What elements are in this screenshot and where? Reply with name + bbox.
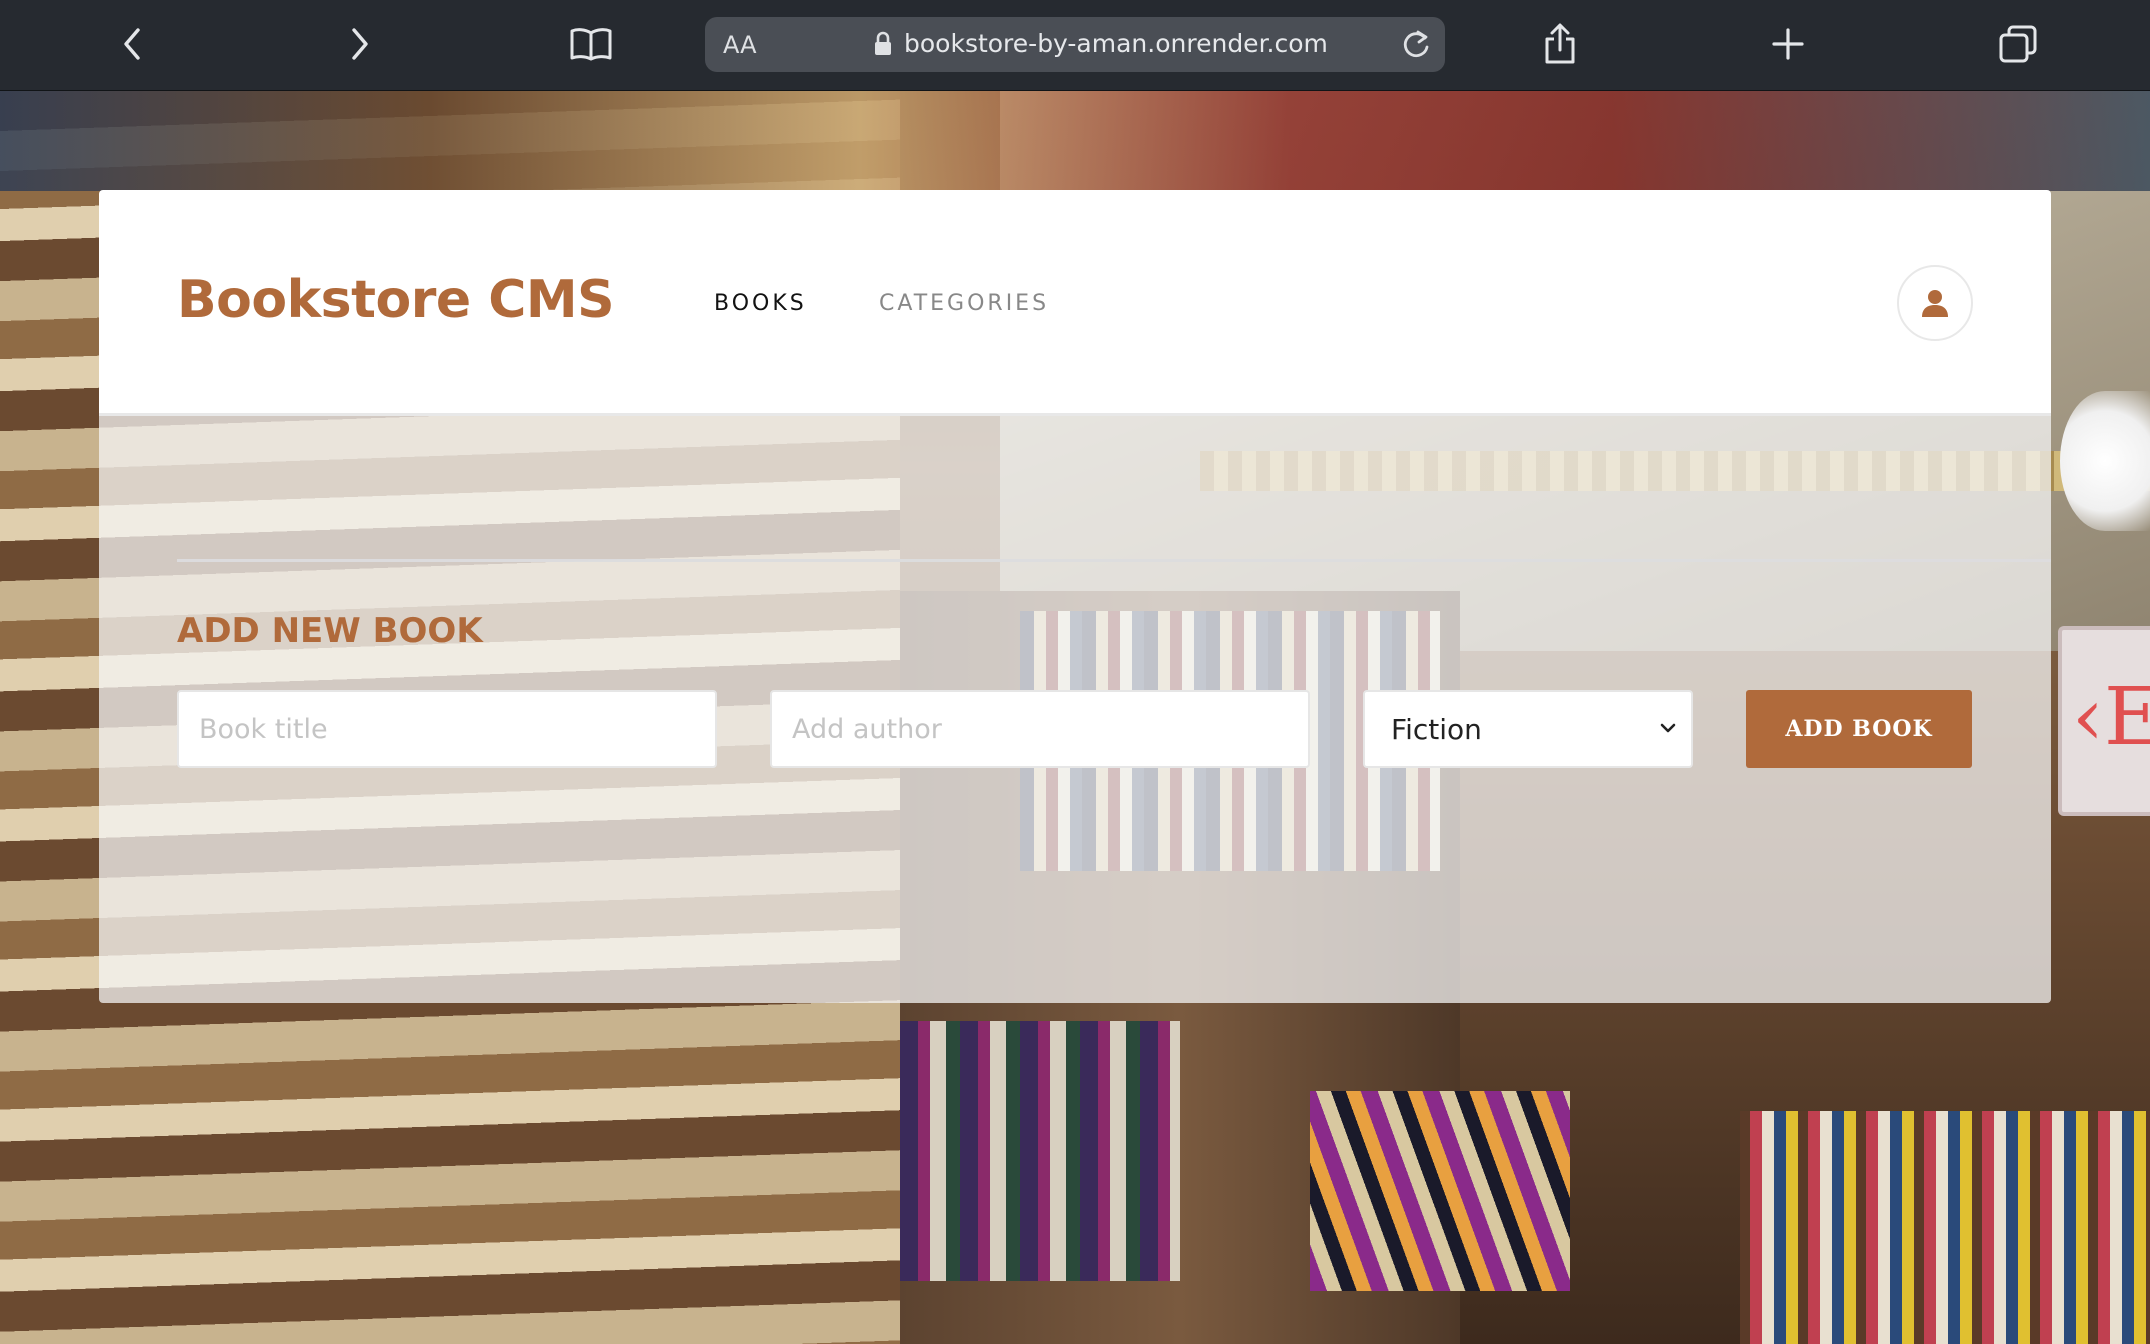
chevron-down-icon xyxy=(1660,723,1676,733)
ceiling-light xyxy=(2060,391,2150,531)
new-tab-button[interactable] xyxy=(1760,18,1816,70)
text-size-button[interactable]: AA xyxy=(723,31,757,59)
chevron-left-icon xyxy=(124,28,140,60)
shelf-books-lower xyxy=(900,1021,1180,1281)
form-section: ADD NEW BOOK Fiction ADD BOOK xyxy=(99,416,2051,1003)
tabs-icon xyxy=(1999,25,2037,63)
share-button[interactable] xyxy=(1532,18,1588,70)
bookmarks-button[interactable] xyxy=(563,18,619,70)
url-text[interactable]: bookstore-by-aman.onrender.com xyxy=(904,29,1328,58)
back-button[interactable] xyxy=(104,18,160,70)
app-panel: Bookstore CMS BOOKS CATEGORIES ADD NEW B… xyxy=(99,190,2051,1003)
top-books-band xyxy=(0,91,2150,191)
browser-toolbar: AA bookstore-by-aman.onrender.com xyxy=(0,0,2150,91)
book-title-input[interactable] xyxy=(177,690,717,768)
exit-sign: ‹E xyxy=(2058,626,2150,816)
shelf-books-leaning xyxy=(1310,1091,1570,1291)
user-avatar-button[interactable] xyxy=(1897,265,1973,341)
category-select-value: Fiction xyxy=(1391,713,1482,746)
nav-books-link[interactable]: BOOKS xyxy=(714,291,807,316)
app-header: Bookstore CMS BOOKS CATEGORIES xyxy=(99,190,2051,416)
section-divider xyxy=(177,559,2051,562)
nav-categories-link[interactable]: CATEGORIES xyxy=(879,291,1049,316)
category-select[interactable]: Fiction xyxy=(1363,690,1693,768)
chevron-right-icon xyxy=(352,28,368,60)
address-bar[interactable]: AA bookstore-by-aman.onrender.com xyxy=(705,17,1445,72)
forward-button[interactable] xyxy=(332,18,388,70)
user-icon xyxy=(1922,290,1948,317)
app-logo[interactable]: Bookstore CMS xyxy=(177,270,615,330)
author-input[interactable] xyxy=(770,690,1310,768)
tabs-button[interactable] xyxy=(1990,18,2046,70)
share-icon xyxy=(1545,23,1575,64)
add-book-button[interactable]: ADD BOOK xyxy=(1746,690,1972,768)
reload-button[interactable] xyxy=(1397,27,1435,63)
form-title: ADD NEW BOOK xyxy=(177,611,483,651)
bookshelf-right xyxy=(1740,1111,2150,1344)
plus-icon xyxy=(1772,28,1804,60)
reload-icon xyxy=(1403,30,1429,57)
lock-icon xyxy=(875,31,891,55)
book-open-icon xyxy=(570,28,612,61)
